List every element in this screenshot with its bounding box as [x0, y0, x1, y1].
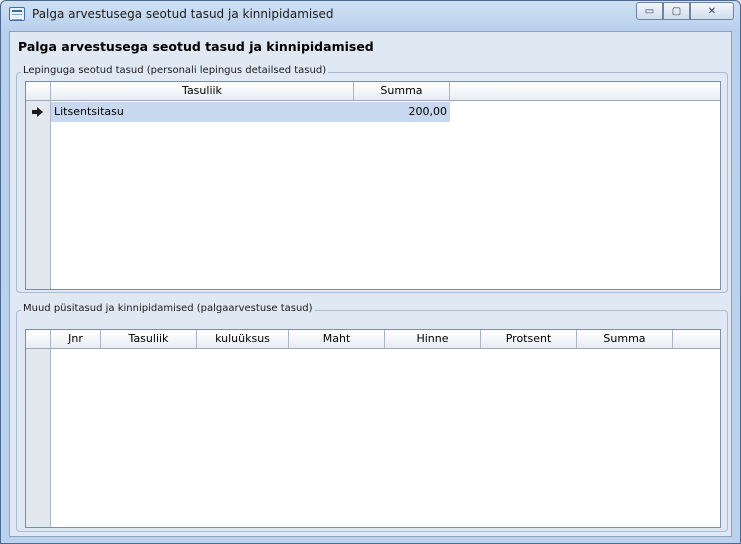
column-header-kuluuksus[interactable]: kuluüksus: [197, 330, 289, 349]
title-bar[interactable]: Palga arvestusega seotud tasud ja kinnip…: [1, 1, 740, 29]
client-area: Palga arvestusega seotud tasud ja kinnip…: [9, 31, 732, 537]
contract-fees-header: Tasuliik Summa: [26, 82, 720, 101]
row-indicator-header: [26, 82, 51, 101]
column-header-summa[interactable]: Summa: [354, 82, 450, 101]
contract-fees-group: Lepinguga seotud tasud (personali leping…: [16, 65, 728, 293]
column-header-protsent[interactable]: Protsent: [481, 330, 577, 349]
window-app-icon: [9, 7, 25, 21]
column-header-hinne[interactable]: Hinne: [385, 330, 481, 349]
table-row[interactable]: Litsentsitasu 200,00: [26, 102, 450, 122]
cell-tasuliik[interactable]: Litsentsitasu: [51, 102, 354, 122]
column-header-summa[interactable]: Summa: [577, 330, 673, 349]
app-window: Palga arvestusega seotud tasud ja kinnip…: [0, 0, 741, 544]
column-header-maht[interactable]: Maht: [289, 330, 385, 349]
maximize-button[interactable]: ▢: [663, 2, 690, 20]
other-fees-grid[interactable]: Jnr Tasuliik kuluüksus Maht Hinne Protse…: [25, 329, 721, 528]
minimize-button[interactable]: ▭: [636, 2, 663, 20]
row-indicator-column: [26, 330, 51, 527]
contract-fees-legend: Lepinguga seotud tasud (personali leping…: [21, 65, 329, 76]
other-fees-header: Jnr Tasuliik kuluüksus Maht Hinne Protse…: [26, 330, 720, 349]
row-indicator-header: [26, 330, 51, 349]
column-header-tasuliik[interactable]: Tasuliik: [101, 330, 197, 349]
close-button[interactable]: ✕: [690, 2, 734, 20]
close-icon: ✕: [707, 5, 717, 17]
other-fees-legend: Muud püsitasud ja kinnipidamised (palgaa…: [21, 303, 315, 314]
window-title: Palga arvestusega seotud tasud ja kinnip…: [32, 7, 334, 21]
column-header-jnr[interactable]: Jnr: [51, 330, 101, 349]
maximize-icon: ▢: [671, 5, 682, 17]
minimize-icon: ▭: [644, 5, 655, 17]
page-title: Palga arvestusega seotud tasud ja kinnip…: [18, 39, 374, 54]
contract-fees-grid[interactable]: Tasuliik Summa Litsentsitasu 200,00: [25, 81, 721, 290]
cell-summa[interactable]: 200,00: [354, 102, 450, 122]
window-controls: ▭ ▢ ✕: [636, 2, 734, 20]
column-header-tasuliik[interactable]: Tasuliik: [51, 82, 354, 101]
other-fees-group: Muud püsitasud ja kinnipidamised (palgaa…: [16, 303, 728, 532]
